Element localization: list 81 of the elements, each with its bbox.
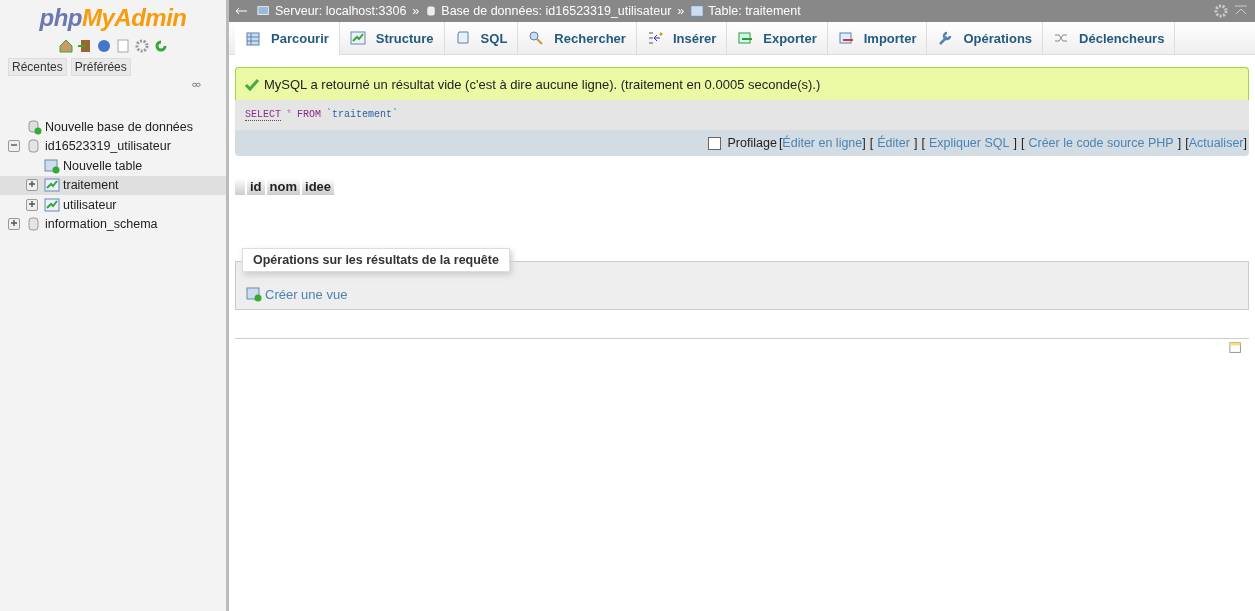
bracket: [	[921, 136, 925, 150]
server-icon	[257, 4, 271, 18]
database-icon	[26, 216, 42, 233]
expand-icon[interactable]	[8, 218, 20, 231]
search-icon	[528, 30, 545, 46]
tab[interactable]: Déclencheurs	[1043, 22, 1176, 54]
tab[interactable]: Importer	[827, 22, 928, 54]
tab[interactable]: Insérer	[636, 22, 728, 54]
tree-item[interactable]: utilisateur	[63, 197, 117, 212]
tab[interactable]: Parcourir	[235, 22, 340, 55]
tree-row[interactable]: utilisateur	[0, 195, 226, 215]
database-icon	[425, 5, 438, 17]
check-icon	[244, 76, 260, 92]
bracket: ]	[1177, 136, 1182, 150]
checkbox[interactable]	[707, 136, 721, 150]
table-chart-icon	[44, 196, 60, 213]
checkbox-label: Profilage	[727, 136, 777, 150]
tree-row[interactable]: traitement	[0, 175, 226, 195]
database-add-icon	[26, 118, 42, 135]
message-text: MySQL a retourné un résultat vide (c'est à dire aucune ligne). (traitement en 0.0005 seconde(s).)	[264, 76, 821, 92]
bracket: [	[1185, 136, 1189, 150]
settings-icon[interactable]	[1213, 3, 1229, 19]
expand-icon[interactable]	[26, 179, 38, 192]
tab[interactable]: Exporter	[727, 22, 828, 54]
tree-item[interactable]: Nouvelle base de données	[45, 119, 194, 134]
logo[interactable]: phpMyAdmin	[39, 4, 187, 32]
header-cell	[235, 178, 245, 195]
tree-item[interactable]: information_schema	[45, 217, 158, 232]
help-icon[interactable]	[95, 38, 112, 54]
tree-item[interactable]: Nouvelle table	[63, 158, 143, 173]
panel-legend: Opérations sur les résultats de la requête	[242, 248, 510, 272]
bracket: ]	[862, 136, 866, 150]
quick-tab[interactable]: Récentes	[8, 58, 67, 76]
breadcrumb-separator: »	[412, 4, 420, 18]
column-header[interactable]: id	[247, 178, 265, 195]
insert-columns-icon	[646, 30, 663, 46]
exit-door-icon[interactable]	[76, 38, 93, 54]
tree-item[interactable]: id16523319_utilisateur	[45, 139, 171, 154]
tab[interactable]: Structure	[339, 22, 445, 54]
chart-icon	[349, 30, 366, 46]
wrench-icon	[937, 30, 954, 46]
table-icon	[245, 30, 261, 47]
table-add-icon	[44, 157, 60, 174]
quick-tab[interactable]: Préférées	[70, 58, 131, 76]
tab[interactable]: Opérations	[927, 22, 1044, 54]
tree-item[interactable]: traitement	[63, 178, 119, 193]
bracket: [	[778, 136, 783, 150]
create-view-link[interactable]: Créer une vue	[265, 287, 348, 302]
bracket: ]	[1013, 136, 1017, 150]
tab[interactable]: SQL	[444, 22, 519, 54]
breadcrumb-link[interactable]: Serveur: localhost:3306	[275, 4, 407, 18]
note-icon[interactable]	[1229, 341, 1243, 355]
tab[interactable]: Rechercher	[518, 22, 637, 54]
tree-row[interactable]: id16523319_utilisateur	[0, 136, 226, 156]
breadcrumb-link[interactable]: Table: traitement	[708, 4, 801, 18]
breadcrumb-link[interactable]: Base de données: id16523319_utilisateur	[441, 4, 672, 18]
breadcrumb-separator: »	[677, 4, 685, 18]
export-table-icon	[737, 30, 754, 46]
column-header[interactable]: idee	[302, 178, 335, 195]
sql-token: FROM	[297, 109, 322, 121]
tree-row[interactable]: Nouvelle base de données	[0, 117, 226, 137]
collapse-icon[interactable]	[8, 140, 20, 153]
database-icon	[26, 138, 42, 155]
table-icon	[690, 4, 705, 18]
settings-icon[interactable]	[133, 38, 150, 54]
bracket: [	[1020, 136, 1025, 150]
bracket: ]	[913, 136, 918, 150]
sql-token: *	[286, 109, 293, 121]
home-icon[interactable]	[57, 38, 74, 54]
tree-row[interactable]: Nouvelle table	[0, 156, 226, 176]
bracket: [	[869, 136, 874, 150]
import-table-icon	[837, 30, 854, 46]
expand-icon[interactable]	[26, 198, 38, 211]
tree-row[interactable]: information_schema	[0, 214, 226, 234]
view-add-icon	[246, 286, 262, 302]
column-header[interactable]: nom	[266, 178, 300, 195]
sql-token: SELECT	[245, 109, 281, 121]
scroll-icon	[454, 30, 471, 46]
sql-token: `traitement`	[326, 109, 399, 121]
table-chart-icon	[44, 177, 60, 194]
bracket: ]	[1243, 136, 1247, 150]
